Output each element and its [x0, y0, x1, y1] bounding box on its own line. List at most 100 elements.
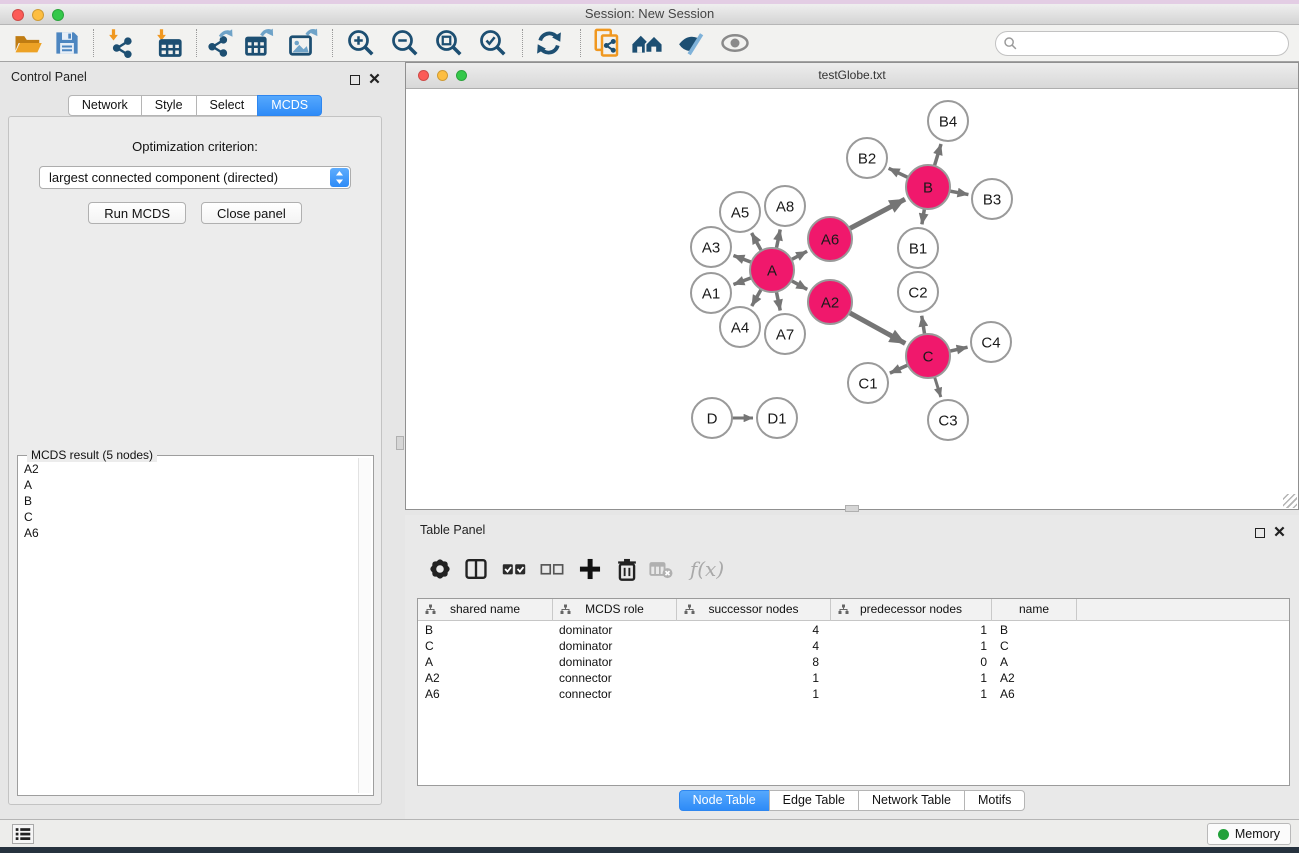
table-cell[interactable]: A6	[992, 686, 1077, 702]
close-panel-button[interactable]: Close panel	[201, 202, 302, 224]
tab-style[interactable]: Style	[141, 95, 197, 116]
save-session-button[interactable]	[52, 28, 82, 58]
network-zoom-button[interactable]	[456, 70, 467, 81]
table-row[interactable]: Cdominator41C	[418, 638, 1289, 654]
graph-node-A5[interactable]: A5	[720, 192, 760, 232]
close-panel-icon[interactable]	[369, 71, 380, 89]
column-header-shared-name[interactable]: shared name	[418, 599, 553, 621]
tab-select[interactable]: Select	[196, 95, 259, 116]
graph-node-A3[interactable]: A3	[691, 227, 731, 267]
float-panel-icon[interactable]	[1255, 528, 1265, 538]
resize-grip-icon[interactable]	[1283, 494, 1297, 508]
table-cell[interactable]: 1	[831, 686, 992, 702]
table-cell[interactable]: A	[992, 654, 1077, 670]
column-header-predecessor-nodes[interactable]: predecessor nodes	[831, 599, 992, 621]
table-row[interactable]: Adominator80A	[418, 654, 1289, 670]
graph-node-B3[interactable]: B3	[972, 179, 1012, 219]
table-cell[interactable]: 4	[677, 622, 831, 638]
mcds-result-item[interactable]: B	[20, 493, 357, 509]
table-row[interactable]: A2connector11A2	[418, 670, 1289, 686]
network-minimize-button[interactable]	[437, 70, 448, 81]
graph-node-B[interactable]: B	[906, 165, 950, 209]
table-cell[interactable]: C	[992, 638, 1077, 654]
column-header-name[interactable]: name	[992, 599, 1077, 621]
graph-node-A8[interactable]: A8	[765, 186, 805, 226]
memory-button[interactable]: Memory	[1207, 823, 1291, 845]
graph-node-B1[interactable]: B1	[898, 228, 938, 268]
mcds-result-item[interactable]: C	[20, 509, 357, 525]
search-field[interactable]	[995, 31, 1289, 56]
mcds-result-item[interactable]: A6	[20, 525, 357, 541]
run-mcds-button[interactable]: Run MCDS	[88, 202, 186, 224]
home-button[interactable]	[630, 28, 666, 58]
select-all-button[interactable]	[501, 556, 527, 582]
table-cell[interactable]: 0	[831, 654, 992, 670]
column-selector-button[interactable]	[463, 556, 489, 582]
network-view-window[interactable]: testGlobe.txt B4B2BB3A8A5A6A3B1AA1C2A2A4…	[405, 62, 1299, 510]
add-column-button[interactable]	[577, 556, 603, 582]
splitter-grip-left[interactable]	[396, 436, 404, 450]
optimization-criterion-dropdown[interactable]: largest connected component (directed)	[39, 166, 351, 189]
export-image-button[interactable]	[288, 28, 318, 58]
graph-node-A1[interactable]: A1	[691, 273, 731, 313]
graph-node-C4[interactable]: C4	[971, 322, 1011, 362]
table-cell[interactable]: dominator	[553, 654, 677, 670]
graph-node-A7[interactable]: A7	[765, 314, 805, 354]
graph-node-A2[interactable]: A2	[808, 280, 852, 324]
zoom-selected-button[interactable]	[478, 28, 508, 58]
tab-node-table[interactable]: Node Table	[679, 790, 770, 811]
table-cell[interactable]: 1	[831, 622, 992, 638]
float-panel-icon[interactable]	[350, 75, 360, 85]
minimize-window-button[interactable]	[32, 9, 44, 21]
tab-network[interactable]: Network	[68, 95, 142, 116]
graph-node-C1[interactable]: C1	[848, 363, 888, 403]
table-cell[interactable]: A2	[992, 670, 1077, 686]
open-session-button[interactable]	[13, 28, 43, 58]
graph-node-C3[interactable]: C3	[928, 400, 968, 440]
table-cell[interactable]: 1	[831, 670, 992, 686]
graph-node-C[interactable]: C	[906, 334, 950, 378]
table-cell[interactable]: A2	[418, 670, 553, 686]
graph-node-B4[interactable]: B4	[928, 101, 968, 141]
export-table-button[interactable]	[244, 28, 274, 58]
table-cell[interactable]: B	[418, 622, 553, 638]
tab-motifs[interactable]: Motifs	[964, 790, 1025, 811]
network-close-button[interactable]	[418, 70, 429, 81]
graphics-details-button[interactable]	[676, 28, 706, 58]
table-cell[interactable]: 1	[831, 638, 992, 654]
table-cell[interactable]: dominator	[553, 622, 677, 638]
table-cell[interactable]: 1	[677, 670, 831, 686]
mcds-result-item[interactable]: A	[20, 477, 357, 493]
mcds-result-scrollbar[interactable]	[358, 458, 371, 793]
graph-node-A4[interactable]: A4	[720, 307, 760, 347]
column-header-MCDS-role[interactable]: MCDS role	[553, 599, 677, 621]
search-input[interactable]	[1022, 37, 1288, 51]
table-cell[interactable]: 4	[677, 638, 831, 654]
graph-node-B2[interactable]: B2	[847, 138, 887, 178]
export-network-button[interactable]	[204, 28, 234, 58]
delete-column-button[interactable]	[614, 556, 640, 582]
tab-edge-table[interactable]: Edge Table	[769, 790, 859, 811]
table-row[interactable]: A6connector11A6	[418, 686, 1289, 702]
import-network-button[interactable]	[106, 28, 136, 58]
tab-network-table[interactable]: Network Table	[858, 790, 965, 811]
show-hide-details-button[interactable]	[720, 28, 750, 58]
table-cell[interactable]: A6	[418, 686, 553, 702]
network-canvas[interactable]: B4B2BB3A8A5A6A3B1AA1C2A2A4A7C4CC1DD1C3	[407, 89, 1297, 508]
mcds-result-item[interactable]: A2	[20, 461, 357, 477]
close-panel-icon[interactable]	[1274, 524, 1285, 542]
tab-mcds[interactable]: MCDS	[257, 95, 322, 116]
deselect-all-button[interactable]	[539, 556, 565, 582]
zoom-out-button[interactable]	[390, 28, 420, 58]
table-cell[interactable]: 1	[677, 686, 831, 702]
table-cell[interactable]: 8	[677, 654, 831, 670]
table-cell[interactable]: C	[418, 638, 553, 654]
graph-node-A6[interactable]: A6	[808, 217, 852, 261]
zoom-in-button[interactable]	[346, 28, 376, 58]
splitter-grip-bottom[interactable]	[845, 505, 859, 512]
graph-node-D[interactable]: D	[692, 398, 732, 438]
graph-node-A[interactable]: A	[750, 248, 794, 292]
table-row[interactable]: Bdominator41B	[418, 622, 1289, 638]
table-settings-button[interactable]	[427, 556, 453, 582]
graph-node-D1[interactable]: D1	[757, 398, 797, 438]
